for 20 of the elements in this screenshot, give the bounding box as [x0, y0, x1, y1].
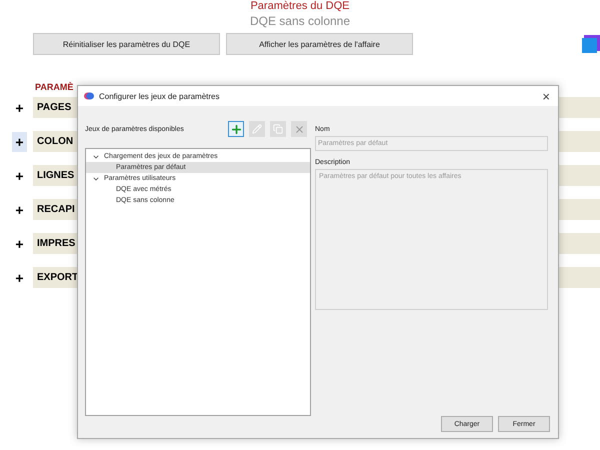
- expand-toggle[interactable]: +: [12, 200, 27, 220]
- expand-toggle[interactable]: +: [12, 268, 27, 288]
- section-heading: PARAMÈ: [35, 82, 74, 92]
- expand-toggle[interactable]: +: [12, 166, 27, 186]
- copy-icon: [273, 124, 283, 134]
- dialog-title: Configurer les jeux de paramètres: [99, 92, 220, 100]
- pencil-icon: [252, 124, 262, 134]
- app-icon: [84, 92, 94, 100]
- action-button[interactable]: Afficher les paramètres de l'affaire: [226, 33, 413, 55]
- add-button[interactable]: [228, 121, 244, 137]
- page-subtitle: DQE sans colonne: [250, 14, 350, 28]
- expand-toggle[interactable]: +: [12, 132, 27, 152]
- cube-logo-icon: [582, 33, 600, 55]
- plus-icon: [230, 122, 242, 136]
- expand-toggle[interactable]: +: [12, 98, 27, 118]
- close-button[interactable]: ×: [540, 88, 552, 104]
- page-title: Paramètres du DQE: [250, 0, 350, 13]
- action-button[interactable]: Réinitialiser les paramètres du DQE: [33, 33, 220, 55]
- expand-toggle[interactable]: +: [12, 234, 27, 254]
- delete-icon: [294, 124, 304, 134]
